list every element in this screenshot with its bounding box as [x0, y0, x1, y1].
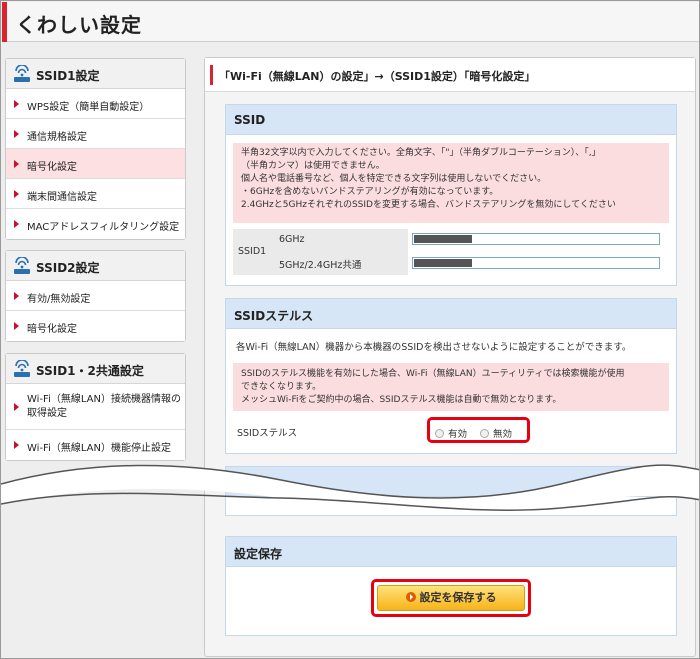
sidebar-group-header: SSID2設定: [6, 251, 185, 281]
radio-label: 有効: [448, 429, 468, 440]
window-frame: くわしい設定 SSID1設定 WPS設定（簡単自動設定） 通信規格設定 暗号化設…: [0, 0, 700, 659]
sidebar-item-isolation[interactable]: 端末間通信設定: [6, 179, 185, 209]
masked-value: [414, 235, 472, 243]
page-title: くわしい設定: [16, 13, 142, 37]
sidebar-item-encryption-2[interactable]: 暗号化設定: [6, 311, 185, 341]
sidebar-item-label: 有効/無効設定: [27, 294, 91, 305]
masked-value: [414, 259, 472, 267]
ssid-5ghz-24ghz-input[interactable]: [412, 257, 660, 269]
ssid-section: SSID 半角32文字以内で入力してください。全角文字、「"」（半角ダブルコーテ…: [225, 104, 677, 286]
sidebar-group-header: SSID1設定: [6, 59, 185, 89]
arrow-right-icon: [14, 322, 19, 330]
wifi-router-icon: [14, 360, 30, 377]
radio-label: 無効: [493, 429, 513, 440]
save-button[interactable]: 設定を保存する: [377, 585, 525, 611]
section-title: SSID: [234, 113, 266, 127]
note-line: 個人名や電話番号など、個人を特定できる文字列は使用しないでください。: [241, 174, 547, 184]
ssid-6ghz-input[interactable]: [412, 233, 660, 245]
save-button-label: 設定を保存する: [419, 591, 497, 604]
sidebar-group-title: SSID1設定: [36, 69, 100, 83]
sidebar-item-device-info[interactable]: Wi-Fi（無線LAN）接続機器情報の取得設定: [6, 384, 185, 430]
section-header: SSID: [226, 105, 676, 135]
wifi-router-icon: [14, 65, 30, 82]
section-header: SSIDステルス: [226, 299, 676, 329]
sidebar-group-title: SSID1・2共通設定: [36, 364, 144, 378]
radio-circle-icon: [480, 429, 489, 438]
note-line: できなくなります。: [241, 382, 322, 392]
play-circle-icon: [405, 592, 416, 602]
section-title: SSIDステルス: [234, 309, 314, 323]
arrow-right-icon: [14, 190, 19, 198]
ssid-table: SSID1 6GHz 5GHz/2.4GHz共通: [233, 229, 669, 275]
arrow-right-icon: [14, 220, 19, 228]
arrow-right-icon: [14, 130, 19, 138]
page-header: くわしい設定: [2, 2, 699, 42]
sidebar-item-wps[interactable]: WPS設定（簡単自動設定）: [6, 89, 185, 119]
sidebar-item-label: 暗号化設定: [27, 324, 77, 335]
ssid-stealth-section: SSIDステルス 各Wi-Fi（無線LAN）機器から本機器のSSIDを検出させな…: [225, 298, 677, 454]
sidebar-group-header: SSID1・2共通設定: [6, 354, 185, 384]
sidebar-item-label: Wi-Fi（無線LAN）機能停止設定: [27, 443, 171, 454]
stealth-description: 各Wi-Fi（無線LAN）機器から本機器のSSIDを検出させないように設定するこ…: [236, 342, 632, 353]
arrow-right-icon: [14, 160, 19, 168]
note-line: SSIDのステルス機能を有効にした場合、Wi-Fi（無線LAN）ユーティリティで…: [241, 369, 625, 379]
sidebar-group-common: SSID1・2共通設定 Wi-Fi（無線LAN）接続機器情報の取得設定 Wi-F…: [5, 353, 186, 461]
ssid-notes: 半角32文字以内で入力してください。全角文字、「"」（半角ダブルコーテーション）…: [233, 143, 669, 223]
breadcrumb: 「Wi-Fi（無線LAN）の設定」→（SSID1設定）「暗号化設定」: [219, 70, 536, 83]
sidebar-item-label: MACアドレスフィルタリング設定: [27, 222, 180, 233]
header-accent-bar: [2, 2, 7, 42]
arrow-right-icon: [14, 100, 19, 108]
sidebar-item-label: 通信規格設定: [27, 132, 87, 143]
note-line: メッシュWi-Fiをご契約中の場合、SSIDステルス機能は自動で無効となります。: [241, 395, 562, 405]
sidebar-group-title: SSID2設定: [36, 261, 100, 275]
radio-enable[interactable]: 有効: [435, 426, 467, 440]
page-break-wave: [1, 464, 699, 514]
sidebar-item-enable-disable[interactable]: 有効/無効設定: [6, 281, 185, 311]
note-line: 半角32文字以内で入力してください。全角文字、「"」（半角ダブルコーテーション）…: [241, 148, 601, 158]
arrow-right-icon: [14, 403, 19, 411]
sidebar-item-encryption[interactable]: 暗号化設定: [6, 149, 185, 179]
sidebar-item-mac-filter[interactable]: MACアドレスフィルタリング設定: [6, 209, 185, 239]
sidebar-item-label: WPS設定（簡単自動設定）: [27, 102, 150, 113]
section-header: 設定保存: [226, 537, 676, 567]
sidebar-item-label: Wi-Fi（無線LAN）接続機器情報の取得設定: [27, 394, 181, 419]
sidebar-group-ssid2: SSID2設定 有効/無効設定 暗号化設定: [5, 250, 186, 342]
note-line: ・6GHzを含めないバンドステアリングが有効になっています。: [241, 187, 499, 197]
arrow-right-icon: [14, 441, 19, 449]
sidebar-item-label: 暗号化設定: [27, 162, 77, 173]
wifi-router-icon: [14, 257, 30, 274]
arrow-right-icon: [14, 292, 19, 300]
stealth-row-label: SSIDステルス: [237, 428, 298, 439]
main-title-bar: 「Wi-Fi（無線LAN）の設定」→（SSID1設定）「暗号化設定」: [205, 58, 695, 92]
stealth-radio-highlight: 有効 無効: [427, 417, 530, 443]
band-5ghz-24ghz-label: 5GHz/2.4GHz共通: [279, 260, 362, 271]
main-panel: 「Wi-Fi（無線LAN）の設定」→（SSID1設定）「暗号化設定」 SSID …: [204, 57, 696, 657]
title-accent-bar: [210, 65, 213, 85]
band-6ghz-label: 6GHz: [279, 234, 305, 245]
sidebar-item-standard[interactable]: 通信規格設定: [6, 119, 185, 149]
sidebar-group-ssid1: SSID1設定 WPS設定（簡単自動設定） 通信規格設定 暗号化設定 端末間通信…: [5, 58, 186, 240]
stealth-row: SSIDステルス 有効 無効: [233, 417, 669, 443]
ssid-row-label: SSID1: [238, 246, 267, 257]
note-line: （半角カンマ）は使用できません。: [241, 161, 385, 171]
note-line: 2.4GHzと5GHzそれぞれのSSIDを変更する場合、バンドステアリングを無効…: [241, 200, 616, 210]
stealth-notes: SSIDのステルス機能を有効にした場合、Wi-Fi（無線LAN）ユーティリティで…: [233, 363, 669, 411]
save-button-highlight: 設定を保存する: [371, 579, 531, 617]
section-title: 設定保存: [234, 547, 283, 561]
radio-circle-icon: [435, 429, 444, 438]
sidebar-item-label: 端末間通信設定: [27, 192, 97, 203]
radio-disable[interactable]: 無効: [480, 426, 512, 440]
